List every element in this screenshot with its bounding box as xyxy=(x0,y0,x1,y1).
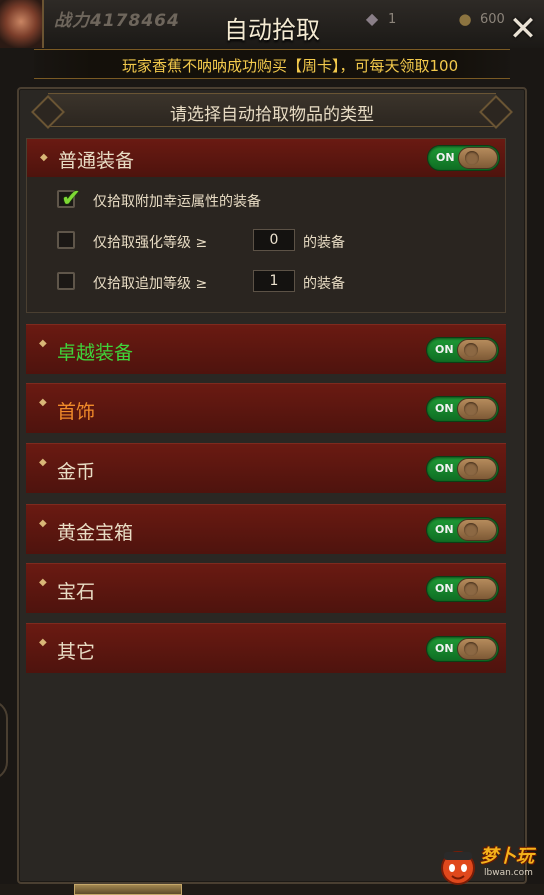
category-label: 其它 xyxy=(57,641,96,663)
watermark-logo-text: 梦卜玩 xyxy=(480,846,534,867)
toggle-switch[interactable]: ON xyxy=(426,576,499,602)
category-gold[interactable]: ◆ 金币 ON xyxy=(26,443,506,493)
announcement-marquee: 玩家香蕉不呐呐成功购买【周卡】，可每天领取100 xyxy=(34,49,510,79)
option-suffix: 的装备 xyxy=(303,276,345,292)
watermark-logo: 梦卜玩 lbwan.com xyxy=(436,838,540,888)
checkbox[interactable] xyxy=(57,231,75,249)
category-label: 普通装备 xyxy=(58,150,135,172)
category-header[interactable]: ◆ 普通装备 ON xyxy=(27,139,505,177)
expand-arrow-icon: ◆ xyxy=(39,457,47,468)
toggle-knob xyxy=(457,578,497,600)
toggle-state: ON xyxy=(435,343,454,356)
toggle-knob xyxy=(457,458,497,480)
option-text: 仅拾取附加幸运属性的装备 xyxy=(93,194,261,210)
dialog-title: 自动拾取 xyxy=(224,16,320,44)
panel-header: 请选择自动拾取物品的类型 xyxy=(48,93,496,127)
expand-arrow-icon: ◆ xyxy=(39,338,47,349)
option-enhance-level[interactable]: 仅拾取强化等级 ≥ 0 的装备 xyxy=(57,228,497,254)
toggle-switch[interactable]: ON xyxy=(426,636,499,662)
toggle-state: ON xyxy=(436,151,455,164)
toggle-knob xyxy=(457,519,497,541)
mascot-icon xyxy=(441,851,475,885)
category-label: 卓越装备 xyxy=(57,342,134,364)
auto-pickup-dialog: 自动拾取 ✕ 玩家香蕉不呐呐成功购买【周卡】，可每天领取100 请选择自动拾取物… xyxy=(0,0,544,895)
checkbox[interactable] xyxy=(57,272,75,290)
toggle-state: ON xyxy=(435,523,454,536)
watermark-url: lbwan.com xyxy=(484,868,533,878)
expand-arrow-icon: ◆ xyxy=(39,518,47,529)
option-suffix: 的装备 xyxy=(303,235,345,251)
expand-arrow-icon: ◆ xyxy=(39,397,47,408)
category-label: 首饰 xyxy=(57,401,96,423)
toggle-state: ON xyxy=(435,582,454,595)
toggle-knob xyxy=(457,339,497,361)
toggle-state: ON xyxy=(435,402,454,415)
toggle-knob xyxy=(457,638,497,660)
option-lucky-only[interactable]: ✔ 仅拾取附加幸运属性的装备 xyxy=(57,184,497,213)
panel-header-text: 请选择自动拾取物品的类型 xyxy=(170,105,374,125)
category-jewelry[interactable]: ◆ 首饰 ON xyxy=(26,383,506,433)
bottom-tab[interactable] xyxy=(74,884,182,895)
toggle-state: ON xyxy=(435,642,454,655)
option-append-level[interactable]: 仅拾取追加等级 ≥ 1 的装备 xyxy=(57,269,497,295)
toggle-switch[interactable]: ON xyxy=(426,517,499,543)
close-icon[interactable]: ✕ xyxy=(506,12,540,46)
category-label: 黄金宝箱 xyxy=(57,522,134,544)
checkmark-icon: ✔ xyxy=(61,184,82,212)
category-label: 宝石 xyxy=(57,581,96,603)
category-excellent-equipment[interactable]: ◆ 卓越装备 ON xyxy=(26,324,506,374)
toggle-switch[interactable]: ON xyxy=(426,337,499,363)
category-gems[interactable]: ◆ 宝石 ON xyxy=(26,563,506,613)
option-text: 仅拾取强化等级 ≥ xyxy=(93,235,208,251)
toggle-knob xyxy=(458,147,498,169)
expand-arrow-icon: ◆ xyxy=(39,637,47,648)
toggle-switch[interactable]: ON xyxy=(426,456,499,482)
category-others[interactable]: ◆ 其它 ON xyxy=(26,623,506,673)
option-text: 仅拾取追加等级 ≥ xyxy=(93,276,208,292)
expand-arrow-icon: ◆ xyxy=(40,152,48,163)
toggle-knob xyxy=(457,398,497,420)
enhance-level-input[interactable]: 0 xyxy=(253,229,295,251)
category-normal-equipment: ◆ 普通装备 ON ✔ 仅拾取附加幸运属性的装备 仅拾取强化等级 ≥ 0 的装备… xyxy=(26,138,506,313)
announcement-text: 玩家香蕉不呐呐成功购买【周卡】，可每天领取100 xyxy=(122,57,459,75)
toggle-switch[interactable]: ON xyxy=(426,396,499,422)
category-label: 金币 xyxy=(57,461,96,483)
toggle-state: ON xyxy=(435,462,454,475)
append-level-input[interactable]: 1 xyxy=(253,270,295,292)
expand-arrow-icon: ◆ xyxy=(39,577,47,588)
checkbox[interactable]: ✔ xyxy=(57,184,81,212)
category-golden-chest[interactable]: ◆ 黄金宝箱 ON xyxy=(26,504,506,554)
toggle-switch[interactable]: ON xyxy=(427,145,500,171)
